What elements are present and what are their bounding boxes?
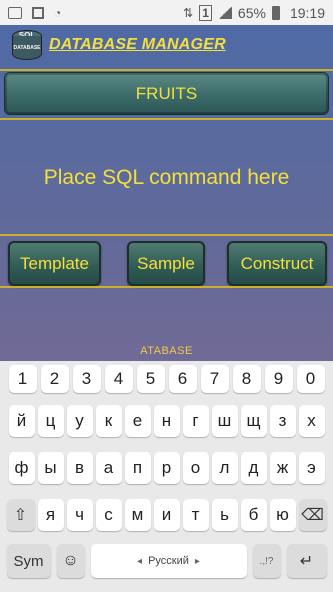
key-0[interactable]: 0 <box>296 365 325 393</box>
sample-button[interactable]: Sample <box>127 241 205 286</box>
status-bar: ◔ ⇅ 1 65% 19:19 <box>0 0 333 25</box>
divider <box>0 69 333 71</box>
app-title: DATABASE MANAGER <box>49 36 226 53</box>
key-letter[interactable]: в <box>66 452 93 484</box>
key-letter[interactable]: ф <box>8 452 35 484</box>
key-1[interactable]: 1 <box>8 365 37 393</box>
app-content: SQL DATABASE DATABASE MANAGER FRUITS Pla… <box>0 25 333 341</box>
arrow-left-icon: ◂ <box>137 555 143 567</box>
app-bar: SQL DATABASE DATABASE MANAGER <box>0 25 333 69</box>
key-letter[interactable]: д <box>240 452 267 484</box>
key-letter[interactable]: ы <box>37 452 64 484</box>
database-logo-icon: SQL DATABASE <box>12 30 42 62</box>
key-letter[interactable]: а <box>95 452 122 484</box>
key-letter[interactable]: з <box>269 405 296 437</box>
sql-command-input[interactable]: Place SQL command here <box>0 125 333 230</box>
key-letter[interactable]: е <box>124 405 151 437</box>
notification-icon <box>32 6 44 19</box>
key-letter[interactable]: р <box>153 452 180 484</box>
key-2[interactable]: 2 <box>40 365 69 393</box>
sym-key[interactable]: Sym <box>6 544 51 578</box>
key-letter[interactable]: л <box>211 452 238 484</box>
keyboard: ATABASE 1 2 3 4 5 6 7 8 9 0 й ц у к е н … <box>0 341 333 592</box>
space-label: Русский <box>148 555 189 567</box>
logo-body-text: DATABASE <box>12 36 42 60</box>
divider <box>0 234 333 236</box>
key-7[interactable]: 7 <box>200 365 229 393</box>
keyboard-row-2: ф ы в а п р о л д ж э <box>0 452 333 484</box>
key-letter[interactable]: у <box>66 405 93 437</box>
key-6[interactable]: 6 <box>168 365 197 393</box>
keyboard-row-3: ⇧ я ч с м и т ь б ю ⌫ <box>0 499 333 531</box>
signal-icon <box>217 6 232 19</box>
shift-icon[interactable]: ⇧ <box>6 499 35 531</box>
keyboard-bottom-row: Sym ☺ ◂ Русский ▸ .,!? ↵ <box>0 544 333 578</box>
vibrate-icon: ⇅ <box>183 5 194 20</box>
punctuation-label: .,!? <box>259 555 274 567</box>
key-letter[interactable]: ю <box>269 499 296 531</box>
key-letter[interactable]: ш <box>211 405 238 437</box>
keyboard-row-1: й ц у к е н г ш щ з х <box>0 405 333 437</box>
key-4[interactable]: 4 <box>104 365 133 393</box>
emoji-icon[interactable]: ☺ <box>56 544 85 578</box>
construct-button[interactable]: Construct <box>227 241 327 286</box>
key-letter[interactable]: к <box>95 405 122 437</box>
key-letter[interactable]: о <box>182 452 209 484</box>
punctuation-key[interactable]: .,!? <box>252 544 281 578</box>
enter-icon[interactable]: ↵ <box>286 544 327 578</box>
divider <box>0 118 333 120</box>
arrow-right-icon: ▸ <box>194 555 200 567</box>
key-letter[interactable]: м <box>124 499 151 531</box>
key-letter[interactable]: ч <box>66 499 93 531</box>
keyboard-number-row: 1 2 3 4 5 6 7 8 9 0 <box>0 365 333 393</box>
key-letter[interactable]: ц <box>37 405 64 437</box>
key-letter[interactable]: э <box>298 452 325 484</box>
key-letter[interactable]: т <box>182 499 209 531</box>
sim-slot: 1 <box>199 4 212 21</box>
sql-placeholder: Place SQL command here <box>43 165 290 189</box>
key-letter[interactable]: и <box>153 499 180 531</box>
key-5[interactable]: 5 <box>136 365 165 393</box>
key-letter[interactable]: х <box>298 405 325 437</box>
battery-percent: 65% <box>237 4 266 21</box>
key-8[interactable]: 8 <box>232 365 261 393</box>
database-select-button[interactable]: FRUITS <box>4 72 329 115</box>
key-9[interactable]: 9 <box>264 365 293 393</box>
key-letter[interactable]: щ <box>240 405 267 437</box>
wifi-icon: ◔ <box>54 5 62 20</box>
battery-icon <box>271 5 280 20</box>
key-letter[interactable]: г <box>182 405 209 437</box>
result-area <box>0 287 333 341</box>
key-letter[interactable]: б <box>240 499 267 531</box>
backspace-icon[interactable]: ⌫ <box>298 499 327 531</box>
suggestion-bar[interactable]: ATABASE <box>0 341 333 361</box>
key-letter[interactable]: с <box>95 499 122 531</box>
key-letter[interactable]: н <box>153 405 180 437</box>
space-bar[interactable]: ◂ Русский ▸ <box>90 544 247 578</box>
template-button[interactable]: Template <box>8 241 101 286</box>
key-letter[interactable]: ж <box>269 452 296 484</box>
key-3[interactable]: 3 <box>72 365 101 393</box>
keyboard-icon <box>8 6 22 19</box>
key-letter[interactable]: ь <box>211 499 238 531</box>
key-letter[interactable]: п <box>124 452 151 484</box>
key-letter[interactable]: я <box>37 499 64 531</box>
clock: 19:19 <box>289 4 325 21</box>
key-letter[interactable]: й <box>8 405 35 437</box>
